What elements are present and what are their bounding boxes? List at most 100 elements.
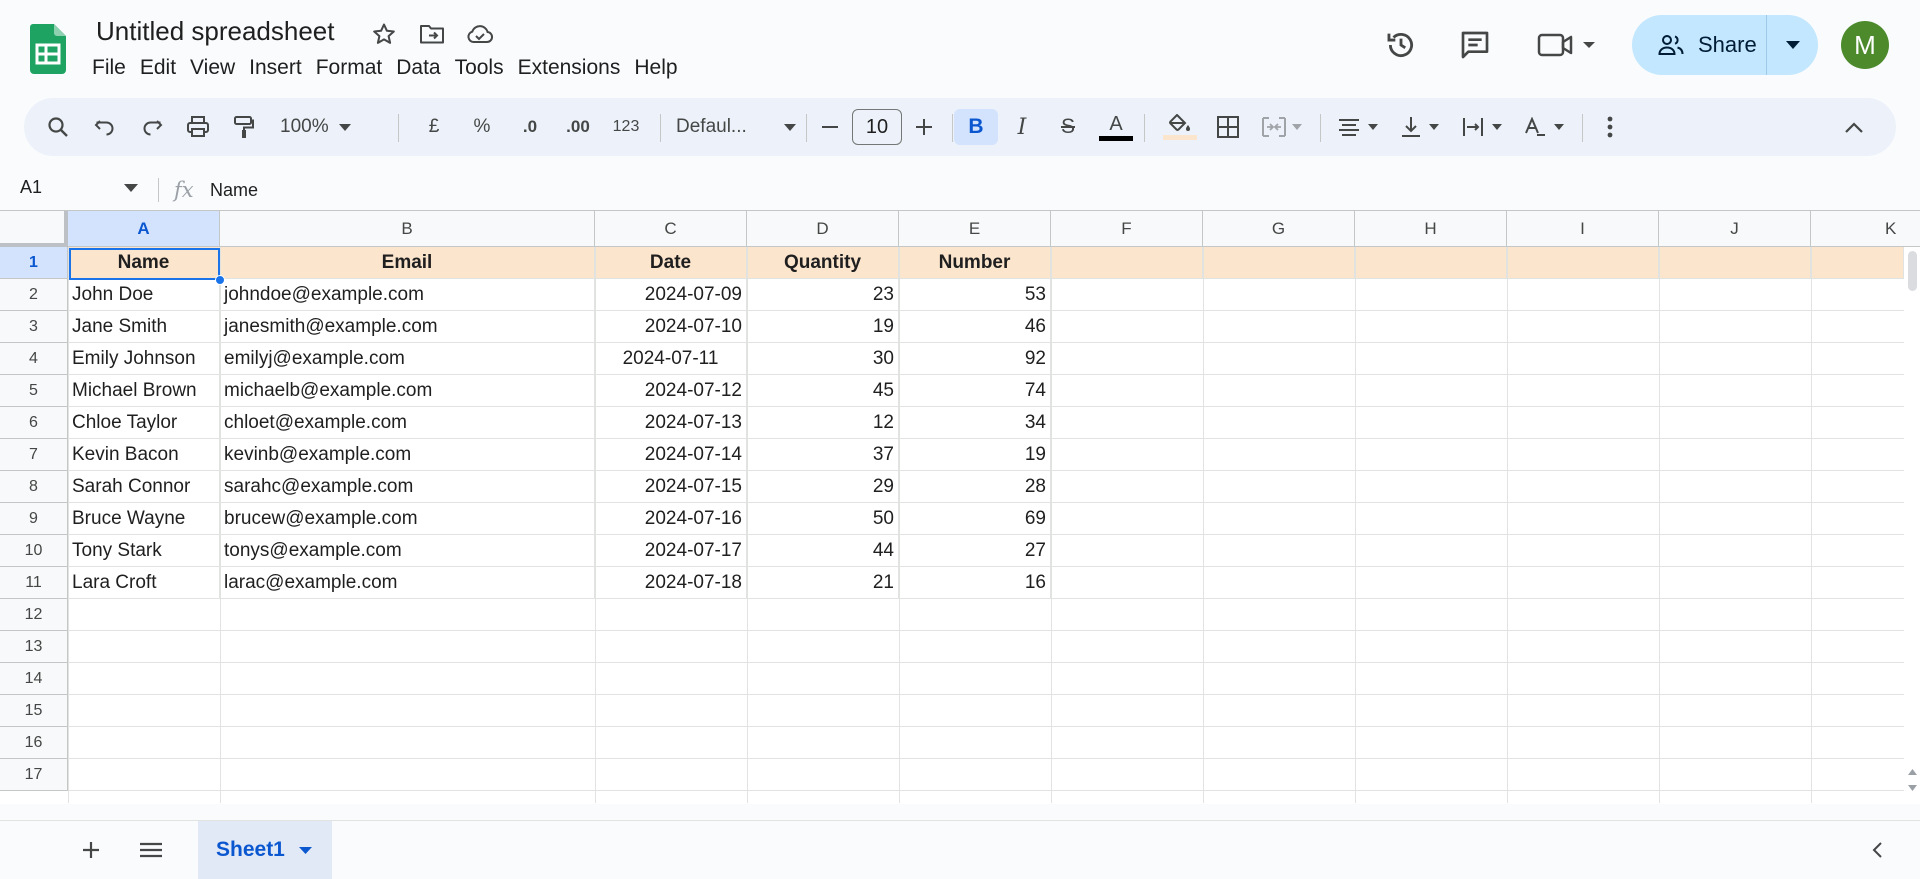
share-button-group: Share: [1632, 15, 1818, 75]
currency-format-button[interactable]: £: [416, 109, 452, 145]
search-menus-icon[interactable]: [40, 109, 76, 145]
scroll-down-arrow-icon[interactable]: [1908, 785, 1917, 791]
toolbar: 100% £ % .0 .00 123 Defaul... B I S A: [24, 98, 1896, 156]
menu-extensions[interactable]: Extensions: [518, 54, 631, 84]
font-family-dropdown[interactable]: Defaul...: [670, 109, 804, 145]
share-options-dropdown[interactable]: [1767, 15, 1818, 75]
text-rotation-icon: [1525, 117, 1545, 136]
caret-down-icon: [1554, 124, 1564, 130]
percent-format-button[interactable]: %: [464, 109, 500, 145]
version-history-icon[interactable]: [1382, 26, 1420, 64]
document-title[interactable]: Untitled spreadsheet: [92, 16, 338, 47]
side-panel-toggle-icon[interactable]: [1862, 835, 1892, 865]
sheet-tab-label: Sheet1: [216, 838, 285, 861]
caret-down-icon: [338, 123, 351, 131]
print-icon[interactable]: [180, 109, 216, 145]
text-color-letter: A: [1109, 112, 1123, 135]
merge-cells-icon: [1262, 117, 1286, 137]
redo-icon[interactable]: [134, 109, 170, 145]
fill-color-swatch: [1163, 135, 1197, 140]
decrease-font-size-icon[interactable]: [814, 109, 846, 145]
cloud-saved-icon[interactable]: [466, 20, 494, 48]
increase-decimal-label: .00: [566, 117, 590, 136]
scroll-up-arrow-icon[interactable]: [1908, 769, 1917, 775]
menu-insert[interactable]: Insert: [249, 54, 312, 84]
paint-format-icon[interactable]: [226, 109, 262, 145]
paint-bucket-icon: [1169, 114, 1190, 131]
text-color-button[interactable]: A: [1096, 109, 1136, 145]
font-size-input[interactable]: [852, 109, 902, 145]
title-bar: Untitled spreadsheet File Edit View Inse…: [0, 0, 1920, 96]
text-rotation-button[interactable]: [1516, 109, 1572, 145]
more-formats-button[interactable]: 123: [604, 109, 648, 145]
all-sheets-menu-icon[interactable]: [136, 835, 166, 865]
text-wrap-button[interactable]: [1454, 109, 1510, 145]
people-icon: [1658, 35, 1684, 55]
toolbar-divider: [952, 114, 953, 142]
horizontal-align-button[interactable]: [1330, 109, 1386, 145]
horizontal-scrollbar[interactable]: [68, 803, 1904, 804]
fill-handle[interactable]: [215, 275, 225, 285]
caret-down-icon[interactable]: [298, 846, 312, 854]
merge-cells-button[interactable]: [1254, 109, 1310, 145]
toolbar-divider: [806, 114, 807, 142]
caret-down-icon: [1368, 124, 1378, 130]
bold-button[interactable]: B: [954, 109, 998, 145]
undo-icon[interactable]: [87, 109, 123, 145]
share-button[interactable]: Share: [1632, 15, 1767, 75]
move-folder-icon[interactable]: [418, 20, 446, 48]
menu-help[interactable]: Help: [634, 54, 687, 84]
increase-decimal-button[interactable]: .00: [556, 109, 600, 145]
strikethrough-button[interactable]: S: [1048, 109, 1088, 145]
menu-view[interactable]: View: [190, 54, 245, 84]
toolbar-divider: [1320, 114, 1321, 142]
toolbar-divider: [1582, 114, 1583, 142]
decrease-decimal-button[interactable]: .0: [510, 109, 550, 145]
zoom-dropdown[interactable]: 100%: [280, 109, 368, 145]
menu-bar: File Edit View Insert Format Data Tools …: [92, 54, 692, 84]
text-color-swatch: [1099, 135, 1133, 141]
italic-button[interactable]: I: [1002, 109, 1042, 145]
toolbar-divider: [660, 114, 661, 142]
toolbar-divider: [1144, 114, 1145, 142]
function-icon: fx: [174, 178, 194, 202]
increase-font-size-icon[interactable]: [908, 109, 940, 145]
menu-format[interactable]: Format: [316, 54, 393, 84]
align-center-icon: [1339, 119, 1359, 136]
comments-icon[interactable]: [1456, 26, 1494, 64]
vertical-scroll-thumb[interactable]: [1908, 251, 1917, 291]
caret-down-icon: [784, 123, 796, 131]
account-avatar[interactable]: M: [1841, 21, 1889, 69]
sheets-logo-icon[interactable]: [30, 24, 66, 74]
name-box[interactable]: A1: [20, 177, 140, 198]
sheet-tab-sheet1[interactable]: Sheet1: [198, 821, 332, 879]
caret-down-icon: [1292, 124, 1302, 130]
menu-edit[interactable]: Edit: [140, 54, 186, 84]
fill-color-button[interactable]: [1160, 109, 1200, 145]
share-label: Share: [1698, 32, 1757, 57]
add-sheet-icon[interactable]: [76, 835, 106, 865]
menu-data[interactable]: Data: [396, 54, 450, 84]
more-options-icon[interactable]: [1592, 109, 1628, 145]
formula-bar: A1 fx Name: [0, 170, 1920, 210]
sheet-tabs-bar: Sheet1: [0, 820, 1920, 879]
toolbar-divider: [398, 114, 399, 142]
borders-icon[interactable]: [1208, 109, 1248, 145]
grid-lines: [68, 247, 1904, 803]
vertical-align-button[interactable]: [1392, 109, 1448, 145]
meet-video-icon[interactable]: [1534, 26, 1604, 64]
align-bottom-icon: [1402, 117, 1420, 137]
decrease-decimal-label: .0: [522, 117, 538, 136]
menu-file[interactable]: File: [92, 54, 136, 84]
spreadsheet-grid: A B C D E F G H I J K 1 2 3 4 5 6 7 8 9 …: [0, 210, 1920, 804]
vertical-scrollbar[interactable]: [1904, 247, 1920, 804]
star-icon[interactable]: [370, 20, 398, 48]
formula-input[interactable]: Name: [210, 180, 258, 201]
name-box-dropdown-icon[interactable]: [124, 184, 138, 192]
text-wrap-icon: [1463, 118, 1483, 136]
menu-tools[interactable]: Tools: [455, 54, 514, 84]
font-family-value: Defaul...: [676, 116, 747, 137]
collapse-toolbar-icon[interactable]: [1836, 109, 1872, 145]
caret-down-icon: [1492, 124, 1502, 130]
zoom-value: 100%: [280, 116, 329, 137]
